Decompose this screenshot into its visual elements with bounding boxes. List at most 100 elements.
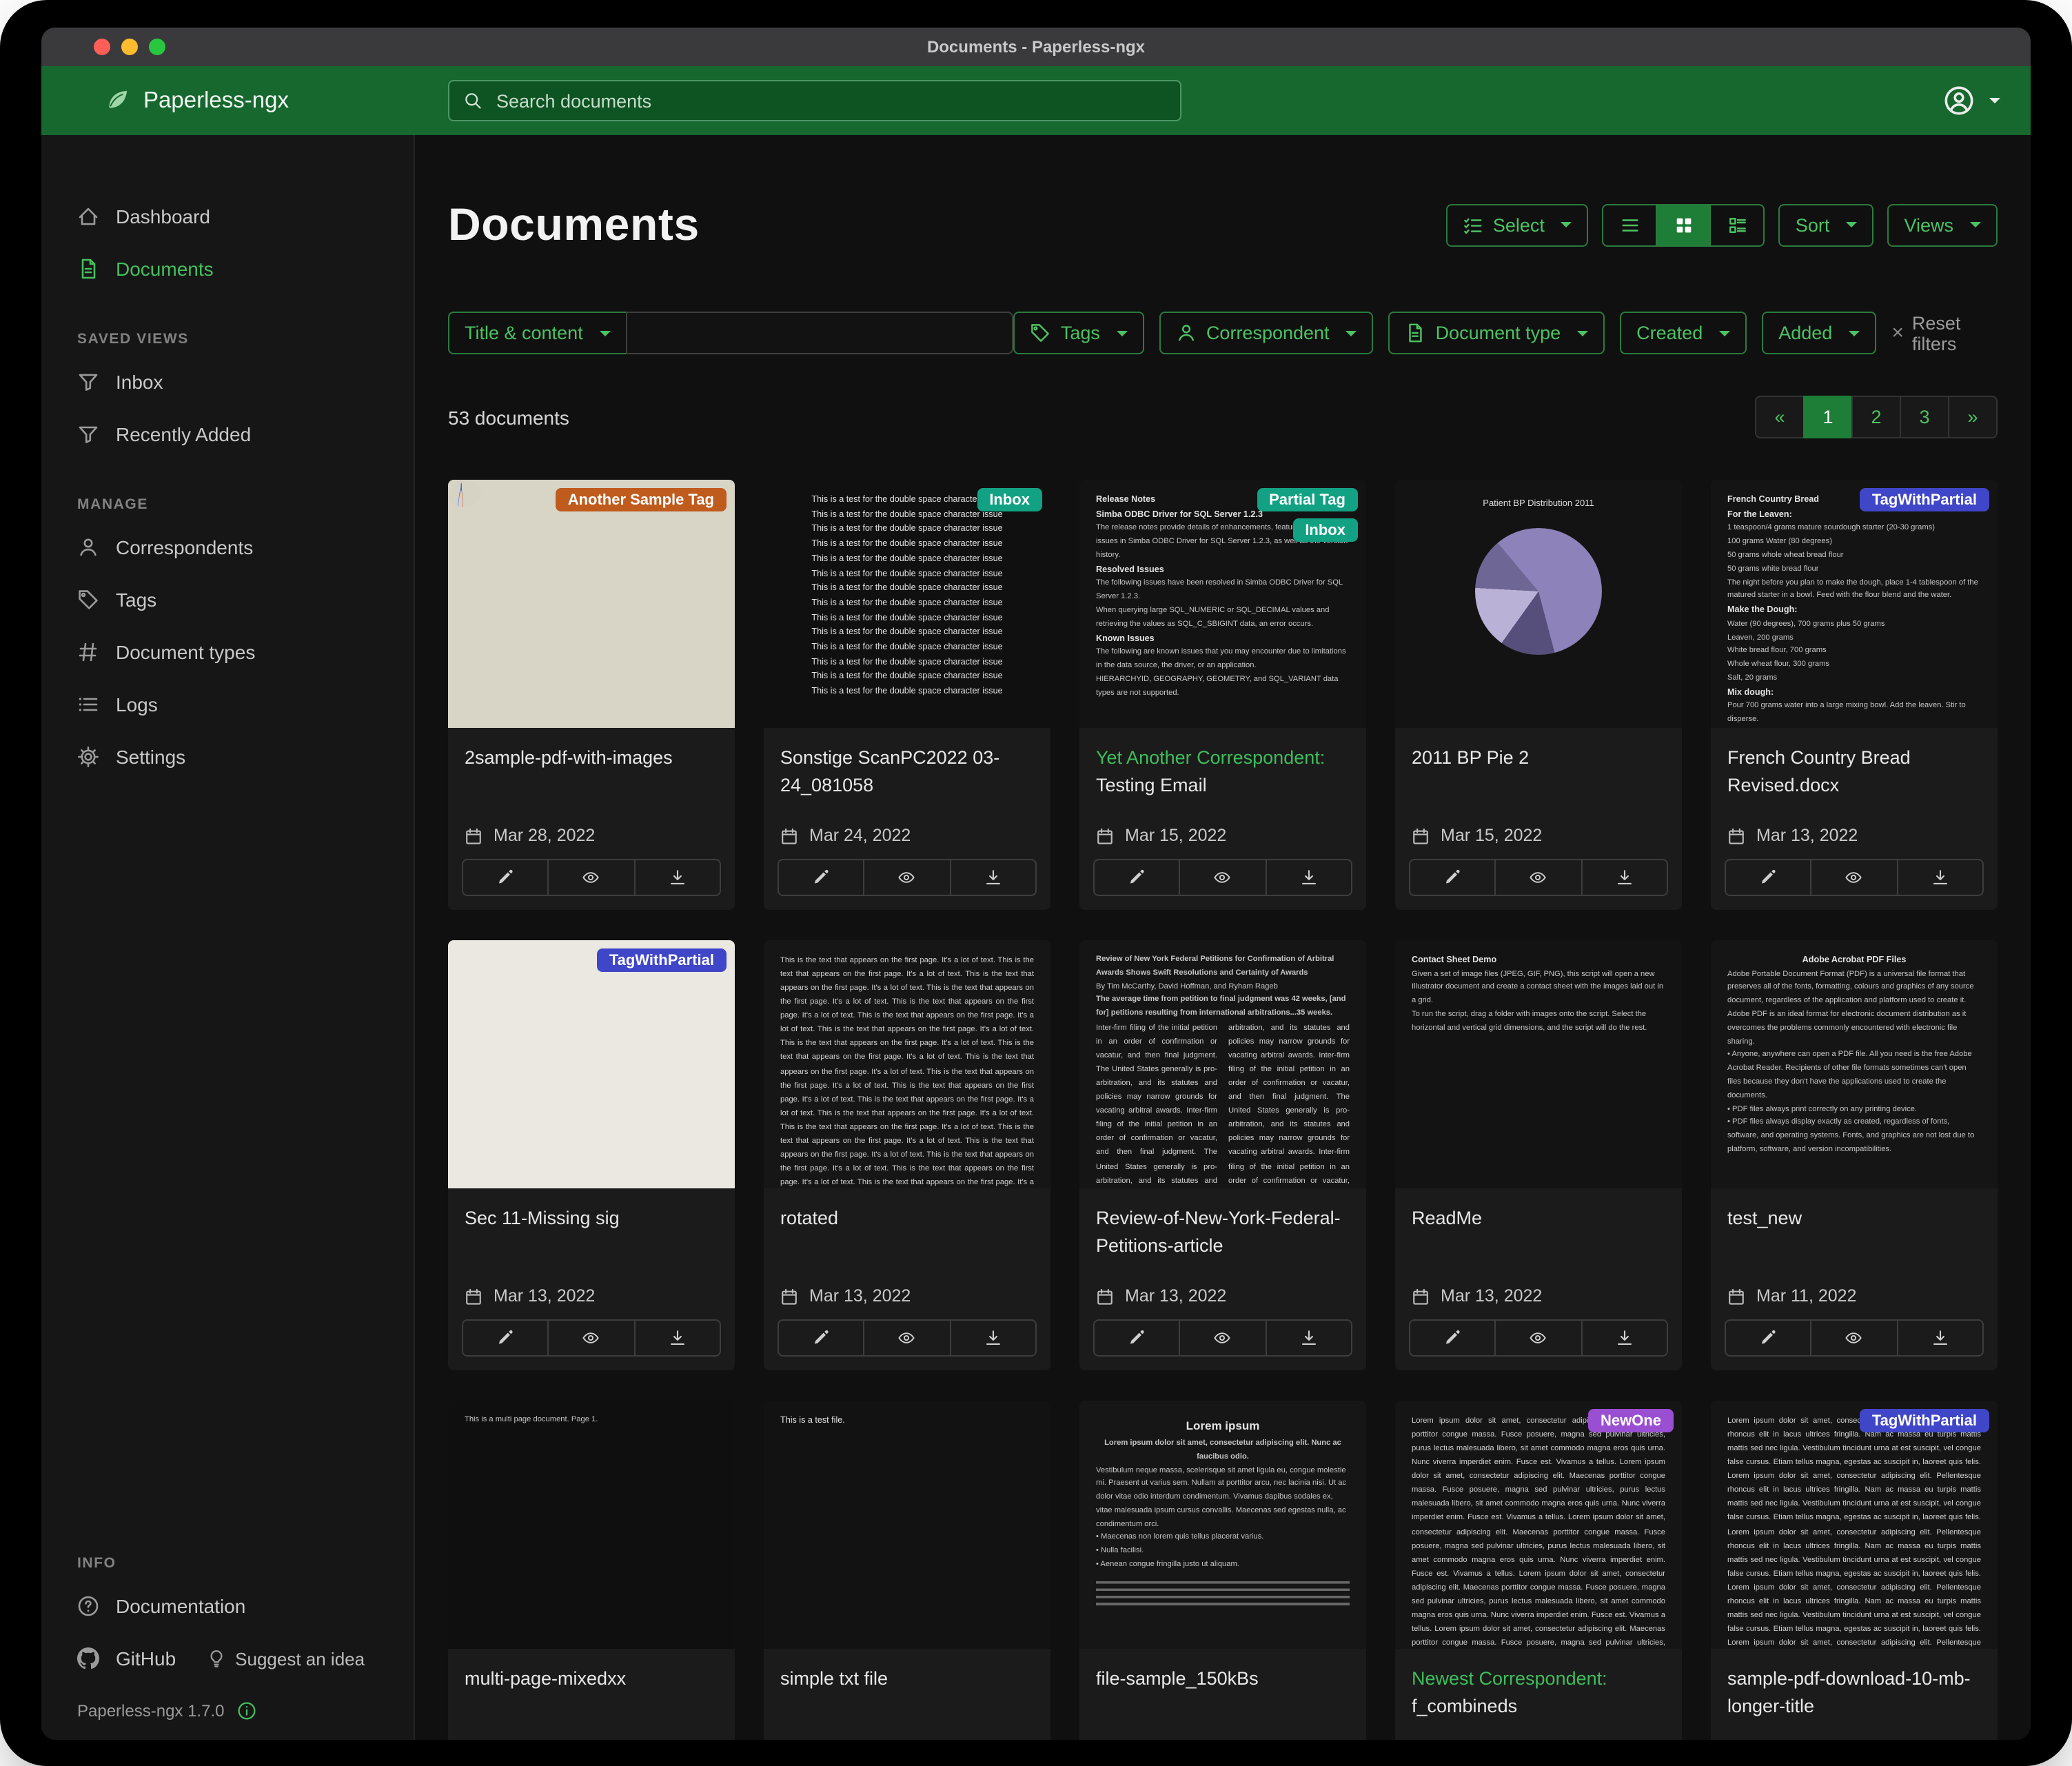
sidebar-item-correspondents[interactable]: Correspondents <box>41 521 414 574</box>
document-title-link[interactable]: test_new <box>1727 1205 1981 1232</box>
document-title-link[interactable]: rotated <box>780 1205 1034 1232</box>
pagination-page-3[interactable]: 3 <box>1900 396 1949 438</box>
view-button[interactable] <box>1495 1319 1583 1357</box>
sidebar-item-documents[interactable]: Documents <box>41 243 414 295</box>
document-title-link[interactable]: Newest Correspondent: f_combineds <box>1412 1665 1665 1719</box>
download-button[interactable] <box>1896 1319 1984 1357</box>
view-button[interactable] <box>548 1319 636 1357</box>
view-list-button[interactable] <box>1603 203 1658 246</box>
edit-button[interactable] <box>1093 859 1181 896</box>
title-content-dropdown[interactable]: Title & content <box>448 312 627 354</box>
document-thumbnail-area[interactable]: Review of New York Federal Petitions for… <box>1079 940 1366 1188</box>
view-button[interactable] <box>1179 859 1267 896</box>
sidebar-item-document-types[interactable]: Document types <box>41 626 414 678</box>
views-button[interactable]: Views <box>1887 203 1998 246</box>
document-title-link[interactable]: 2011 BP Pie 2 <box>1412 744 1665 771</box>
filter-added-dropdown[interactable]: Added <box>1762 312 1876 354</box>
document-thumbnail-area[interactable]: This is a multi page document. Page 1. <box>448 1401 735 1649</box>
tag-badge[interactable]: TagWithPartial <box>597 948 727 972</box>
document-thumbnail-area[interactable]: Inbox This is a test for the double spac… <box>764 480 1050 728</box>
sidebar-item-dashboard[interactable]: Dashboard <box>41 190 414 243</box>
zoom-window-button[interactable] <box>149 39 165 55</box>
sidebar-item-recently-added[interactable]: Recently Added <box>41 408 414 460</box>
document-correspondent[interactable]: Yet Another Correspondent: <box>1096 747 1325 768</box>
document-title-link[interactable]: simple txt file <box>780 1665 1034 1692</box>
sidebar-item-inbox[interactable]: Inbox <box>41 356 414 408</box>
edit-button[interactable] <box>778 1319 865 1357</box>
edit-button[interactable] <box>462 1319 549 1357</box>
edit-button[interactable] <box>462 859 549 896</box>
suggest-an-idea-link[interactable]: Suggest an idea <box>206 1648 365 1669</box>
document-thumbnail-area[interactable]: Partial TagInbox Release NotesSimba ODBC… <box>1079 480 1366 728</box>
document-title-link[interactable]: Sec 11-Missing sig <box>465 1205 718 1232</box>
download-button[interactable] <box>949 859 1037 896</box>
search-input[interactable] <box>494 89 1166 112</box>
filter-document-type-dropdown[interactable]: Document type <box>1389 312 1605 354</box>
user-menu[interactable] <box>1944 85 2000 116</box>
view-button[interactable] <box>1811 859 1898 896</box>
minimize-window-button[interactable] <box>121 39 138 55</box>
document-title-link[interactable]: ReadMe <box>1412 1205 1665 1232</box>
edit-button[interactable] <box>1725 1319 1812 1357</box>
view-grid-button[interactable] <box>1656 203 1712 246</box>
document-thumbnail-area[interactable]: Another Sample Tag <box>448 480 735 728</box>
document-title-link[interactable]: Review-of-New-York-Federal-Petitions-art… <box>1096 1205 1350 1259</box>
download-button[interactable] <box>633 859 721 896</box>
document-thumbnail-area[interactable]: Adobe Acrobat PDF FilesAdobe Portable Do… <box>1711 940 1998 1188</box>
filter-correspondent-dropdown[interactable]: Correspondent <box>1159 312 1374 354</box>
document-title-link[interactable]: sample-pdf-download-10-mb-longer-title <box>1727 1665 1981 1719</box>
view-button[interactable] <box>1811 1319 1898 1357</box>
document-thumbnail-area[interactable]: Lorem ipsumLorem ipsum dolor sit amet, c… <box>1079 1401 1366 1649</box>
document-thumbnail-area[interactable]: This is the text that appears on the fir… <box>764 940 1050 1188</box>
filter-created-dropdown[interactable]: Created <box>1620 312 1747 354</box>
sidebar-item-settings[interactable]: Settings <box>41 731 414 783</box>
download-button[interactable] <box>1896 859 1984 896</box>
sidebar-item-tags[interactable]: Tags <box>41 574 414 626</box>
pagination-prev-button[interactable]: « <box>1755 396 1805 438</box>
view-button[interactable] <box>1179 1319 1267 1357</box>
reset-filters-button[interactable]: × Reset filters <box>1891 312 1998 354</box>
sidebar-item-documentation[interactable]: Documentation <box>41 1580 414 1632</box>
edit-button[interactable] <box>1409 859 1496 896</box>
view-button[interactable] <box>864 859 951 896</box>
pagination-page-1[interactable]: 1 <box>1803 396 1853 438</box>
document-thumbnail-area[interactable]: NewOne Lorem ipsum dolor sit amet, conse… <box>1395 1401 1682 1649</box>
tag-badge[interactable]: NewOne <box>1588 1409 1674 1432</box>
sidebar-item-logs[interactable]: Logs <box>41 678 414 731</box>
tag-badge[interactable]: TagWithPartial <box>1860 488 1989 511</box>
view-button[interactable] <box>548 859 636 896</box>
download-button[interactable] <box>1581 1319 1668 1357</box>
tag-badge[interactable]: Partial Tag <box>1257 488 1358 511</box>
tag-badge[interactable]: Another Sample Tag <box>556 488 727 511</box>
document-title-link[interactable]: multi-page-mixedxx <box>465 1665 718 1692</box>
edit-button[interactable] <box>778 859 865 896</box>
filter-text-input[interactable] <box>626 312 1014 354</box>
view-detail-button[interactable] <box>1710 203 1765 246</box>
select-button[interactable]: Select <box>1446 203 1589 246</box>
tag-badge[interactable]: Inbox <box>1292 518 1358 542</box>
document-thumbnail-area[interactable]: This is a test file. <box>764 1401 1050 1649</box>
edit-button[interactable] <box>1725 859 1812 896</box>
sort-button[interactable]: Sort <box>1779 203 1874 246</box>
document-thumbnail-area[interactable]: TagWithPartial French Country BreadFor t… <box>1711 480 1998 728</box>
document-title-link[interactable]: Yet Another Correspondent: Testing Email <box>1096 744 1350 798</box>
download-button[interactable] <box>949 1319 1037 1357</box>
pagination-page-2[interactable]: 2 <box>1851 396 1901 438</box>
download-button[interactable] <box>633 1319 721 1357</box>
download-button[interactable] <box>1581 859 1668 896</box>
document-thumbnail-area[interactable]: Patient BP Distribution 2011 <box>1395 480 1682 728</box>
view-button[interactable] <box>1495 859 1583 896</box>
sidebar-item-github[interactable]: GitHub <box>41 1632 176 1685</box>
document-thumbnail-area[interactable]: TagWithPartial Application for Medical S… <box>448 940 735 1188</box>
info-circle-icon[interactable] <box>236 1701 256 1721</box>
pagination-next-button[interactable]: » <box>1948 396 1998 438</box>
document-thumbnail-area[interactable]: TagWithPartial Lorem ipsum dolor sit ame… <box>1711 1401 1998 1649</box>
download-button[interactable] <box>1265 859 1352 896</box>
document-correspondent[interactable]: Newest Correspondent: <box>1412 1668 1607 1689</box>
document-title-link[interactable]: Sonstige ScanPC2022 03-24_081058 <box>780 744 1034 798</box>
tag-badge[interactable]: TagWithPartial <box>1860 1409 1989 1432</box>
brand[interactable]: Paperless-ngx <box>41 87 415 114</box>
document-title-link[interactable]: French Country Bread Revised.docx <box>1727 744 1981 798</box>
edit-button[interactable] <box>1409 1319 1496 1357</box>
document-title-link[interactable]: file-sample_150kBs <box>1096 1665 1350 1692</box>
